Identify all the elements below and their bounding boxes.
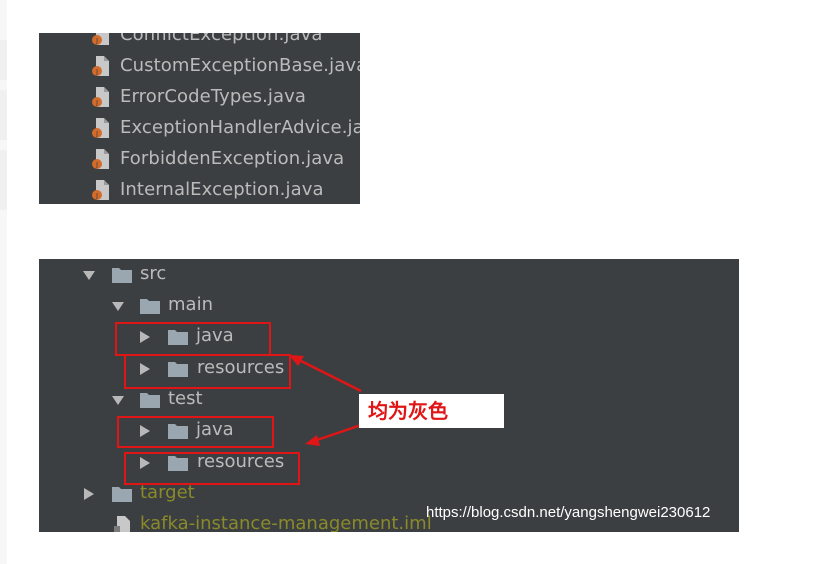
arrow-head-icon: [305, 435, 320, 446]
annotation-callout: 均为灰色: [359, 394, 504, 428]
watermark: https://blog.csdn.net/yangshengwei230612: [426, 504, 711, 521]
callout-arrows: [289, 355, 368, 446]
